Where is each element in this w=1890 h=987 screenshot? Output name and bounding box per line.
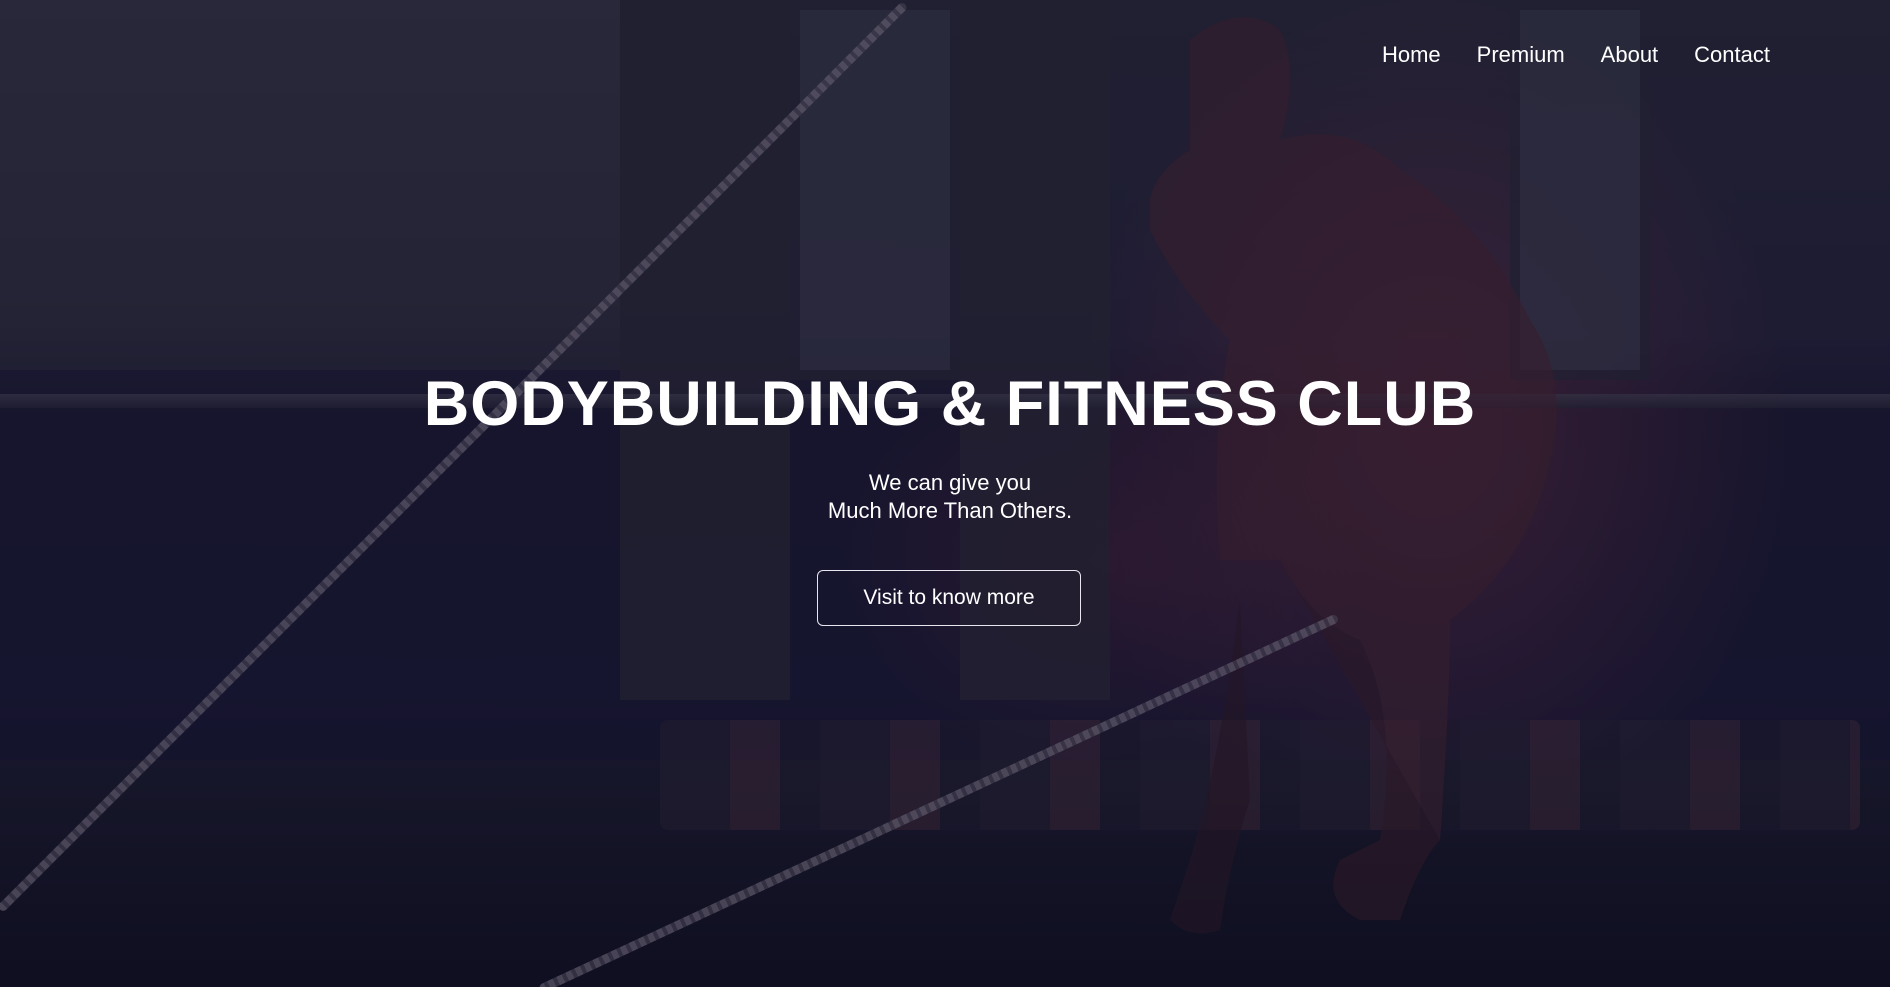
visit-to-know-more-button[interactable]: Visit to know more	[817, 570, 1081, 626]
hero-subtitle: We can give you Much More Than Others.	[0, 469, 1890, 525]
hero-subtitle-line-1: We can give you	[868, 470, 1032, 495]
hero-content: BODYBUILDING & FITNESS CLUB We can give …	[0, 0, 1890, 987]
hero-section: Home Premium About Contact BODYBUILDING …	[0, 0, 1890, 987]
hero-subtitle-line-2: Much More Than Others.	[827, 498, 1073, 523]
hero-title: BODYBUILDING & FITNESS CLUB	[423, 369, 1477, 439]
